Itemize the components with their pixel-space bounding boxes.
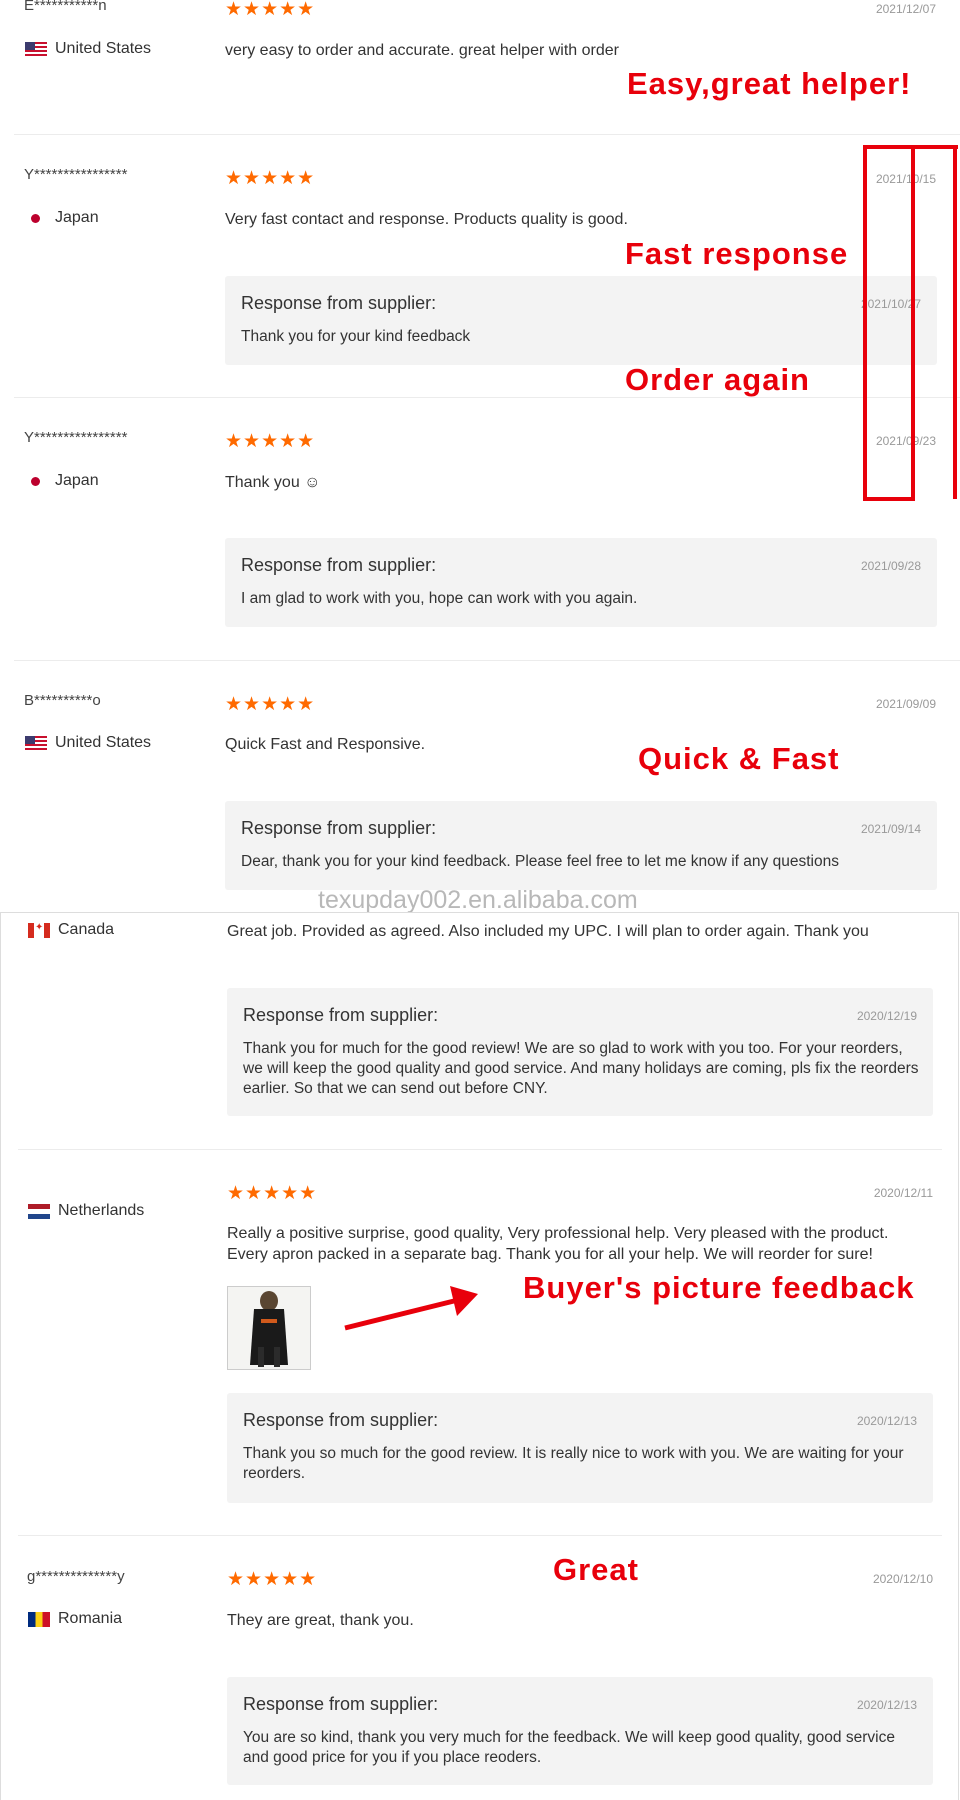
country-label: Japan xyxy=(55,209,99,226)
canada-flag-icon xyxy=(28,922,50,938)
country-label: Japan xyxy=(55,472,99,489)
response-date: 2021/09/28 xyxy=(860,559,921,573)
review-date: 2020/12/10 xyxy=(872,1572,933,1586)
review-date: 2021/09/09 xyxy=(875,697,936,711)
us-flag-icon xyxy=(25,735,47,751)
response-date: 2020/12/13 xyxy=(856,1698,917,1712)
divider xyxy=(14,660,960,661)
divider xyxy=(18,1149,942,1150)
review-text: Very fast contact and response. Products… xyxy=(225,211,628,228)
apron-image-icon xyxy=(228,1287,310,1369)
country-label: United States xyxy=(55,734,152,751)
response-text: You are so kind, thank you very much for… xyxy=(243,1729,895,1766)
reviewer-country: United States xyxy=(25,734,151,752)
annotation: Great xyxy=(553,1552,639,1587)
supplier-response: Response from supplier: 2020/12/13 Thank… xyxy=(227,1393,933,1503)
buyer-photo-thumbnail[interactable] xyxy=(227,1286,311,1370)
country-label: Canada xyxy=(58,921,115,938)
review-text: very easy to order and accurate. great h… xyxy=(225,42,619,59)
response-text: Thank you so much for the good review. I… xyxy=(243,1445,904,1482)
response-date: 2021/09/14 xyxy=(860,822,921,836)
response-text: Thank you for much for the good review! … xyxy=(243,1040,919,1097)
reviewer-name: B**********o xyxy=(24,692,101,709)
divider xyxy=(14,134,960,135)
response-text: Dear, thank you for your kind feedback. … xyxy=(241,853,839,870)
annotation: Quick & Fast xyxy=(638,741,840,776)
reviewer-country: Canada xyxy=(28,921,114,939)
annotation: Order again xyxy=(625,362,810,397)
japan-flag-icon xyxy=(25,210,47,226)
star-rating: ★★★★★ xyxy=(225,0,316,20)
response-title: Response from supplier: xyxy=(243,1410,439,1430)
romania-flag-icon xyxy=(28,1611,50,1627)
reviewer-country: Japan xyxy=(25,209,99,227)
response-title: Response from supplier: xyxy=(241,555,437,575)
country-label: Romania xyxy=(58,1610,123,1627)
reviewer-country: Netherlands xyxy=(28,1202,144,1220)
reviewer-name: g**************y xyxy=(27,1568,125,1585)
annotation: Easy,great helper! xyxy=(627,66,912,101)
star-rating: ★★★★★ xyxy=(227,1183,318,1204)
netherlands-flag-icon xyxy=(28,1203,50,1219)
response-title: Response from supplier: xyxy=(243,1005,439,1025)
supplier-response: Response from supplier: 2020/12/19 Thank… xyxy=(227,988,933,1116)
reviewer-name: Y**************** xyxy=(24,166,128,183)
response-title: Response from supplier: xyxy=(241,293,437,313)
review-date: 2020/12/11 xyxy=(873,1186,933,1200)
response-date: 2020/12/13 xyxy=(856,1414,917,1428)
response-date: 2020/12/19 xyxy=(856,1009,917,1023)
response-text: I am glad to work with you, hope can wor… xyxy=(241,590,638,607)
annotation: Fast response xyxy=(625,236,849,271)
supplier-response: Response from supplier: 2021/09/28 I am … xyxy=(225,538,937,627)
watermark: texupday002.en.alibaba.com xyxy=(318,886,638,914)
reviewer-name: E***********n xyxy=(24,0,107,14)
review-text: Thank you ☺ xyxy=(225,474,321,491)
japan-flag-icon xyxy=(25,473,47,489)
response-title: Response from supplier: xyxy=(243,1694,439,1714)
star-rating: ★★★★★ xyxy=(225,431,316,452)
review-text: Really a positive surprise, good quality… xyxy=(227,1225,889,1263)
country-label: United States xyxy=(55,40,152,57)
reviewer-country: United States xyxy=(25,40,151,58)
divider xyxy=(14,397,960,398)
arrow-icon xyxy=(344,1286,478,1331)
supplier-response: Response from supplier: 2021/09/14 Dear,… xyxy=(225,801,937,890)
supplier-response: Response from supplier: 2021/10/27 Thank… xyxy=(225,276,937,365)
country-label: Netherlands xyxy=(58,1202,145,1219)
divider xyxy=(18,1535,942,1536)
reviewer-country: Romania xyxy=(28,1610,122,1628)
annotation: Buyer's picture feedback xyxy=(523,1270,915,1305)
star-rating: ★★★★★ xyxy=(225,168,316,189)
review-text: Quick Fast and Responsive. xyxy=(225,736,426,753)
review-text: Great job. Provided as agreed. Also incl… xyxy=(227,923,869,940)
supplier-response: Response from supplier: 2020/12/13 You a… xyxy=(227,1677,933,1785)
review-text: They are great, thank you. xyxy=(227,1612,414,1629)
star-rating: ★★★★★ xyxy=(227,1569,318,1590)
reviewer-name: Y**************** xyxy=(24,429,128,446)
highlight-box xyxy=(863,145,958,501)
review-date: 2021/12/07 xyxy=(875,2,936,16)
response-title: Response from supplier: xyxy=(241,818,437,838)
reviewer-country: Japan xyxy=(25,472,99,490)
star-rating: ★★★★★ xyxy=(225,694,316,715)
us-flag-icon xyxy=(25,41,47,57)
response-text: Thank you for your kind feedback xyxy=(241,328,471,345)
